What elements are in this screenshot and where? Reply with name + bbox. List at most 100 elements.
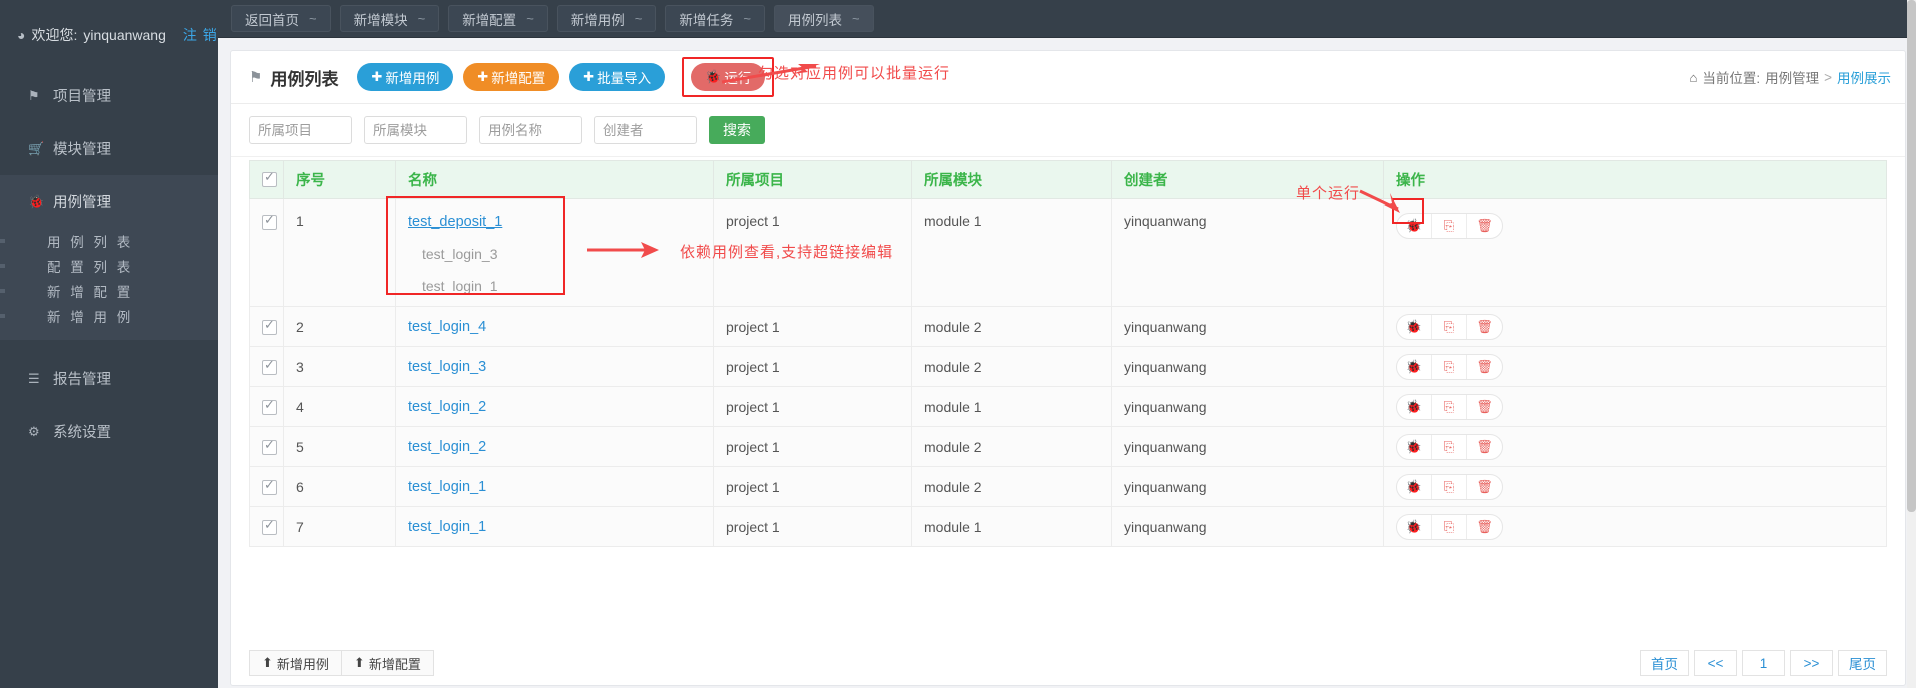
row-checkbox[interactable]	[262, 440, 277, 455]
sidebar-subitem-case-list[interactable]: 用 例 列 表	[0, 228, 218, 253]
case-name-link[interactable]: test_login_4	[408, 319, 486, 335]
tab-add-task[interactable]: 新增任务 ~	[665, 5, 765, 32]
copy-case-icon[interactable]: ⎘	[1432, 475, 1467, 499]
project-filter-input[interactable]	[249, 116, 352, 144]
copy-case-icon[interactable]: ⎘	[1432, 214, 1467, 238]
row-select-cell[interactable]	[250, 467, 284, 507]
pager-page-1[interactable]: 1	[1742, 650, 1785, 676]
sidebar-subitem-add-case[interactable]: 新 增 用 例	[0, 303, 218, 328]
row-index: 7	[284, 507, 396, 547]
run-case-icon[interactable]: 🐞	[1397, 355, 1432, 379]
sidebar-item-module[interactable]: 🛒 模块管理	[0, 122, 218, 175]
dependency-item[interactable]: test_login_3	[408, 246, 701, 262]
sidebar-item-case[interactable]: 🐞 用例管理	[0, 175, 218, 228]
batch-import-button[interactable]: ✚ 批量导入	[569, 63, 665, 91]
close-icon[interactable]: ~	[526, 11, 534, 26]
card-header: ⚑ 用例列表 ✚ 新增用例 ✚ 新增配置 ✚	[231, 51, 1905, 104]
run-case-icon[interactable]: 🐞	[1397, 475, 1432, 499]
row-actions: 🐞 ⎘ 🗑	[1384, 507, 1887, 547]
row-creator: yinquanwang	[1112, 347, 1384, 387]
row-module: module 1	[912, 387, 1112, 427]
tab-case-list[interactable]: 用例列表 ~	[774, 5, 874, 32]
close-icon[interactable]: ~	[418, 11, 426, 26]
row-select-cell[interactable]	[250, 507, 284, 547]
row-checkbox[interactable]	[262, 320, 277, 335]
copy-case-icon[interactable]: ⎘	[1432, 515, 1467, 539]
creator-filter-input[interactable]	[594, 116, 697, 144]
close-icon[interactable]: ~	[743, 11, 751, 26]
delete-case-icon[interactable]: 🗑	[1467, 355, 1502, 379]
header-select-all[interactable]	[250, 161, 284, 199]
single-run-annotation: 单个运行	[1296, 182, 1360, 203]
delete-case-icon[interactable]: 🗑	[1467, 475, 1502, 499]
row-project: project 1	[714, 507, 912, 547]
scrollbar-thumb[interactable]	[1907, 0, 1916, 512]
copy-case-icon[interactable]: ⎘	[1432, 395, 1467, 419]
sidebar-subitem-config-list[interactable]: 配 置 列 表	[0, 253, 218, 278]
close-icon[interactable]: ~	[309, 11, 317, 26]
module-filter-input[interactable]	[364, 116, 467, 144]
delete-case-icon[interactable]: 🗑	[1467, 435, 1502, 459]
delete-case-icon[interactable]: 🗑	[1467, 395, 1502, 419]
pagination: 首页 << 1 >> 尾页	[1640, 650, 1887, 676]
select-all-checkbox[interactable]	[262, 172, 277, 187]
case-name-link[interactable]: test_deposit_1	[408, 214, 502, 230]
row-actions: 🐞 ⎘ 🗑	[1384, 307, 1887, 347]
run-case-icon[interactable]: 🐞	[1397, 395, 1432, 419]
row-select-cell[interactable]	[250, 387, 284, 427]
row-creator: yinquanwang	[1112, 427, 1384, 467]
bottom-add-config-button[interactable]: ⬆ 新增配置	[342, 650, 434, 676]
pager-first[interactable]: 首页	[1640, 650, 1689, 676]
row-checkbox[interactable]	[262, 215, 277, 230]
breadcrumb-current[interactable]: 用例展示	[1837, 67, 1891, 87]
case-name-link[interactable]: test_login_1	[408, 519, 486, 535]
row-checkbox[interactable]	[262, 400, 277, 415]
row-project: project 1	[714, 427, 912, 467]
case-name-filter-input[interactable]	[479, 116, 582, 144]
username-label: yinquanwang	[83, 27, 166, 43]
plus-icon: ✚	[477, 69, 488, 85]
row-select-cell[interactable]	[250, 347, 284, 387]
tab-add-config[interactable]: 新增配置 ~	[448, 5, 548, 32]
sidebar-item-project[interactable]: ⚑ 项目管理	[0, 69, 218, 122]
delete-case-icon[interactable]: 🗑	[1467, 214, 1502, 238]
run-case-icon[interactable]: 🐞	[1397, 214, 1432, 238]
copy-case-icon[interactable]: ⎘	[1432, 435, 1467, 459]
delete-case-icon[interactable]: 🗑	[1467, 515, 1502, 539]
case-name-link[interactable]: test_login_2	[408, 399, 486, 415]
sidebar-subitem-add-config[interactable]: 新 增 配 置	[0, 278, 218, 303]
run-case-icon[interactable]: 🐞	[1397, 315, 1432, 339]
row-select-cell[interactable]	[250, 307, 284, 347]
close-icon[interactable]: ~	[635, 11, 643, 26]
page-scrollbar[interactable]	[1907, 0, 1916, 688]
add-config-button[interactable]: ✚ 新增配置	[463, 63, 559, 91]
dependency-item[interactable]: test_login_1	[408, 278, 701, 294]
case-name-link[interactable]: test_login_3	[408, 359, 486, 375]
tab-add-module[interactable]: 新增模块 ~	[340, 5, 440, 32]
tab-home[interactable]: 返回首页 ~	[231, 5, 331, 32]
sidebar-item-settings[interactable]: ⚙ 系统设置	[0, 405, 218, 458]
pager-last[interactable]: 尾页	[1838, 650, 1887, 676]
pager-next[interactable]: >>	[1790, 650, 1833, 676]
row-select-cell[interactable]	[250, 199, 284, 307]
case-name-link[interactable]: test_login_2	[408, 439, 486, 455]
close-icon[interactable]: ~	[852, 11, 860, 26]
copy-case-icon[interactable]: ⎘	[1432, 315, 1467, 339]
pager-prev[interactable]: <<	[1694, 650, 1737, 676]
breadcrumb-parent[interactable]: 用例管理	[1765, 67, 1819, 87]
delete-case-icon[interactable]: 🗑	[1467, 315, 1502, 339]
run-case-icon[interactable]: 🐞	[1397, 515, 1432, 539]
row-select-cell[interactable]	[250, 427, 284, 467]
case-name-link[interactable]: test_login_1	[408, 479, 486, 495]
bottom-add-case-button[interactable]: ⬆ 新增用例	[249, 650, 342, 676]
row-checkbox[interactable]	[262, 360, 277, 375]
search-button[interactable]: 搜索	[709, 116, 765, 144]
row-checkbox[interactable]	[262, 520, 277, 535]
logout-link[interactable]: 注 销	[183, 25, 218, 45]
run-case-icon[interactable]: 🐞	[1397, 435, 1432, 459]
tab-add-case[interactable]: 新增用例 ~	[557, 5, 657, 32]
row-checkbox[interactable]	[262, 480, 277, 495]
sidebar-item-report[interactable]: ☰ 报告管理	[0, 352, 218, 405]
copy-case-icon[interactable]: ⎘	[1432, 355, 1467, 379]
add-case-button[interactable]: ✚ 新增用例	[357, 63, 453, 91]
